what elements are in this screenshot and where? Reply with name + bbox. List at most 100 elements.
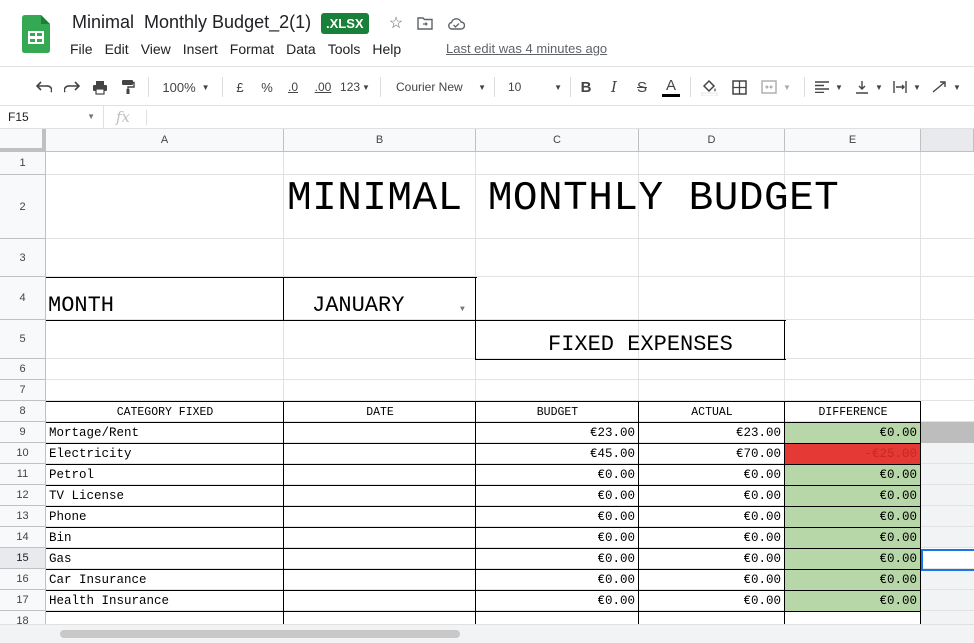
strikethrough-button[interactable]: S (632, 74, 652, 100)
column-header-c[interactable]: C (476, 129, 639, 152)
budget-cell[interactable]: €0.00 (476, 550, 635, 568)
borders-icon[interactable] (728, 74, 750, 100)
row-header-17[interactable]: 17 (0, 590, 46, 611)
column-header-f[interactable] (921, 129, 974, 152)
budget-cell[interactable]: €0.00 (476, 466, 635, 484)
select-all-corner[interactable] (0, 129, 46, 152)
month-dropdown-icon[interactable]: ▼ (460, 305, 465, 315)
menu-insert[interactable]: Insert (183, 40, 224, 58)
difference-cell[interactable]: €0.00 (785, 424, 917, 442)
category-cell[interactable]: Petrol (49, 466, 94, 484)
actual-cell[interactable]: €0.00 (639, 592, 781, 610)
spreadsheet-grid[interactable]: ABCDE 1 2 3 4 5 6 7 8 9 10 11 12 13 14 15 16 17 18 MINIMA… (0, 129, 974, 624)
actual-cell[interactable]: €23.00 (639, 424, 781, 442)
column-header-b[interactable]: B (284, 129, 476, 152)
header-category[interactable]: CATEGORY FIXED (46, 404, 284, 422)
row-header-12[interactable]: 12 (0, 485, 46, 506)
row-header-2[interactable]: 2 (0, 175, 46, 239)
row-header-1[interactable]: 1 (0, 152, 46, 175)
move-folder-icon[interactable] (415, 13, 435, 33)
row-header-7[interactable]: 7 (0, 380, 46, 401)
font-family-select[interactable]: Courier New ▼ (390, 74, 486, 100)
star-icon[interactable]: ☆ (386, 13, 406, 33)
difference-cell[interactable]: €0.00 (785, 571, 917, 589)
category-cell[interactable]: Gas (49, 550, 72, 568)
sheets-logo-icon[interactable] (22, 15, 50, 53)
text-color-button[interactable]: A (660, 74, 682, 100)
sheet-title[interactable]: MINIMAL MONTHLY BUDGET (287, 174, 839, 224)
name-box[interactable]: F15 ▼ (0, 106, 104, 128)
actual-cell[interactable]: €0.00 (639, 466, 781, 484)
row-header-11[interactable]: 11 (0, 464, 46, 485)
category-cell[interactable]: Mortage/Rent (49, 424, 139, 442)
header-budget[interactable]: BUDGET (476, 404, 639, 422)
category-cell[interactable]: Car Insurance (49, 571, 147, 589)
header-difference[interactable]: DIFFERENCE (785, 404, 921, 422)
cloud-status-icon[interactable] (446, 13, 466, 33)
decrease-decimal-button[interactable]: .0 (282, 74, 304, 100)
row-header-15[interactable]: 15 (0, 548, 46, 569)
percent-format-button[interactable]: % (257, 74, 277, 100)
bold-button[interactable]: B (576, 74, 596, 100)
undo-icon[interactable] (32, 74, 56, 100)
menu-tools[interactable]: Tools (328, 40, 367, 58)
document-title[interactable]: Minimal Monthly Budget_2(1) (72, 12, 311, 33)
difference-cell[interactable]: €0.00 (785, 466, 917, 484)
font-size-select[interactable]: 10 ▼ (502, 74, 562, 100)
actual-cell[interactable]: €70.00 (639, 445, 781, 463)
fill-color-icon[interactable] (698, 74, 720, 100)
category-cell[interactable]: Health Insurance (49, 592, 169, 610)
text-wrap-icon[interactable]: ▼ (890, 74, 924, 100)
budget-cell[interactable]: €0.00 (476, 529, 635, 547)
row-header-8[interactable]: 8 (0, 401, 46, 422)
row-header-6[interactable]: 6 (0, 359, 46, 380)
actual-cell[interactable]: €0.00 (639, 508, 781, 526)
difference-cell[interactable]: €0.00 (785, 508, 917, 526)
category-cell[interactable]: TV License (49, 487, 124, 505)
difference-cell[interactable]: €0.00 (785, 529, 917, 547)
menu-data[interactable]: Data (286, 40, 322, 58)
column-header-e[interactable]: E (785, 129, 921, 152)
budget-cell[interactable]: €45.00 (476, 445, 635, 463)
last-edit-link[interactable]: Last edit was 4 minutes ago (446, 40, 607, 58)
row-header-14[interactable]: 14 (0, 527, 46, 548)
row-header-18[interactable]: 18 (0, 611, 46, 624)
category-cell[interactable]: Electricity (49, 445, 132, 463)
row-header-3[interactable]: 3 (0, 239, 46, 277)
budget-cell[interactable]: €0.00 (476, 592, 635, 610)
horizontal-scrollbar[interactable] (0, 624, 974, 643)
budget-cell[interactable]: €23.00 (476, 424, 635, 442)
difference-cell[interactable]: -€25.00 (785, 445, 917, 463)
row-header-10[interactable]: 10 (0, 443, 46, 464)
actual-cell[interactable]: €0.00 (639, 487, 781, 505)
month-label[interactable]: MONTH (48, 292, 114, 320)
header-actual[interactable]: ACTUAL (639, 404, 785, 422)
budget-cell[interactable]: €0.00 (476, 571, 635, 589)
vertical-align-icon[interactable]: ▼ (852, 74, 886, 100)
zoom-select[interactable]: 100% ▼ (156, 74, 216, 100)
difference-cell[interactable]: €0.00 (785, 592, 917, 610)
row-header-16[interactable]: 16 (0, 569, 46, 590)
difference-cell[interactable]: €0.00 (785, 487, 917, 505)
section-title[interactable]: FIXED EXPENSES (548, 331, 733, 359)
menu-file[interactable]: File (70, 40, 99, 58)
row-header-5[interactable]: 5 (0, 320, 46, 359)
budget-cell[interactable]: €0.00 (476, 487, 635, 505)
menu-view[interactable]: View (141, 40, 177, 58)
more-formats-select[interactable]: 123 ▼ (339, 74, 371, 100)
increase-decimal-button[interactable]: .00 (310, 74, 336, 100)
selected-cell[interactable] (921, 549, 974, 571)
scrollbar-thumb[interactable] (60, 630, 460, 638)
category-cell[interactable]: Bin (49, 529, 72, 547)
category-cell[interactable]: Phone (49, 508, 87, 526)
row-header-9[interactable]: 9 (0, 422, 46, 443)
row-header-4[interactable]: 4 (0, 277, 46, 320)
horizontal-align-icon[interactable]: ▼ (812, 74, 846, 100)
actual-cell[interactable]: €0.00 (639, 571, 781, 589)
actual-cell[interactable]: €0.00 (639, 529, 781, 547)
italic-button[interactable]: I (604, 74, 624, 100)
print-icon[interactable] (88, 74, 112, 100)
month-value[interactable]: JANUARY (312, 292, 404, 320)
currency-format-button[interactable]: £ (230, 74, 250, 100)
paint-format-icon[interactable] (116, 74, 140, 100)
